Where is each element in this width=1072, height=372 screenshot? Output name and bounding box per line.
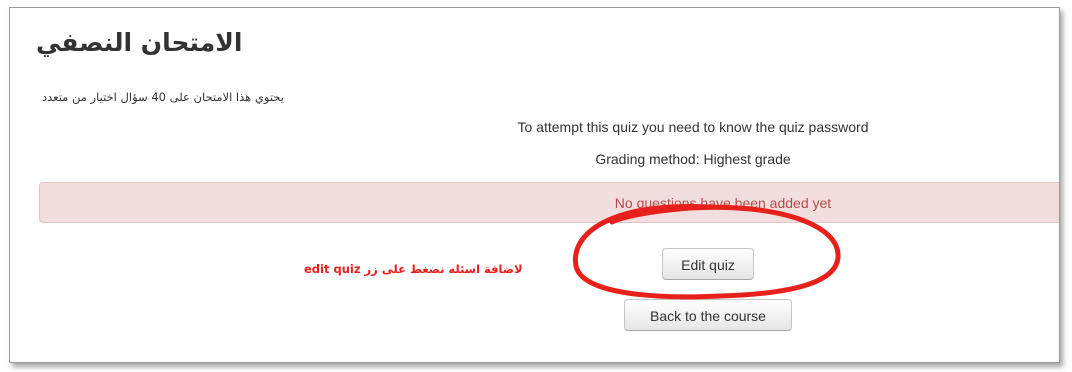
annotation-note: لاضافة اسئله نضغط على زر edit quiz	[304, 262, 523, 276]
page-title: الامتحان النصفي	[36, 28, 243, 57]
edit-quiz-button[interactable]: Edit quiz	[662, 248, 754, 280]
alert-message: No questions have been added yet	[614, 195, 832, 211]
screenshot-frame: الامتحان النصفي يحتوي هذا الامتحان على 4…	[9, 7, 1060, 363]
password-notice: To attempt this quiz you need to know th…	[517, 119, 869, 135]
back-to-course-button[interactable]: Back to the course	[624, 299, 792, 331]
grading-method: Grading method: Highest grade	[595, 151, 791, 167]
quiz-description: يحتوي هذا الامتحان على 40 سؤال اختيار من…	[42, 90, 284, 104]
no-questions-alert: No questions have been added yet	[39, 182, 1059, 223]
